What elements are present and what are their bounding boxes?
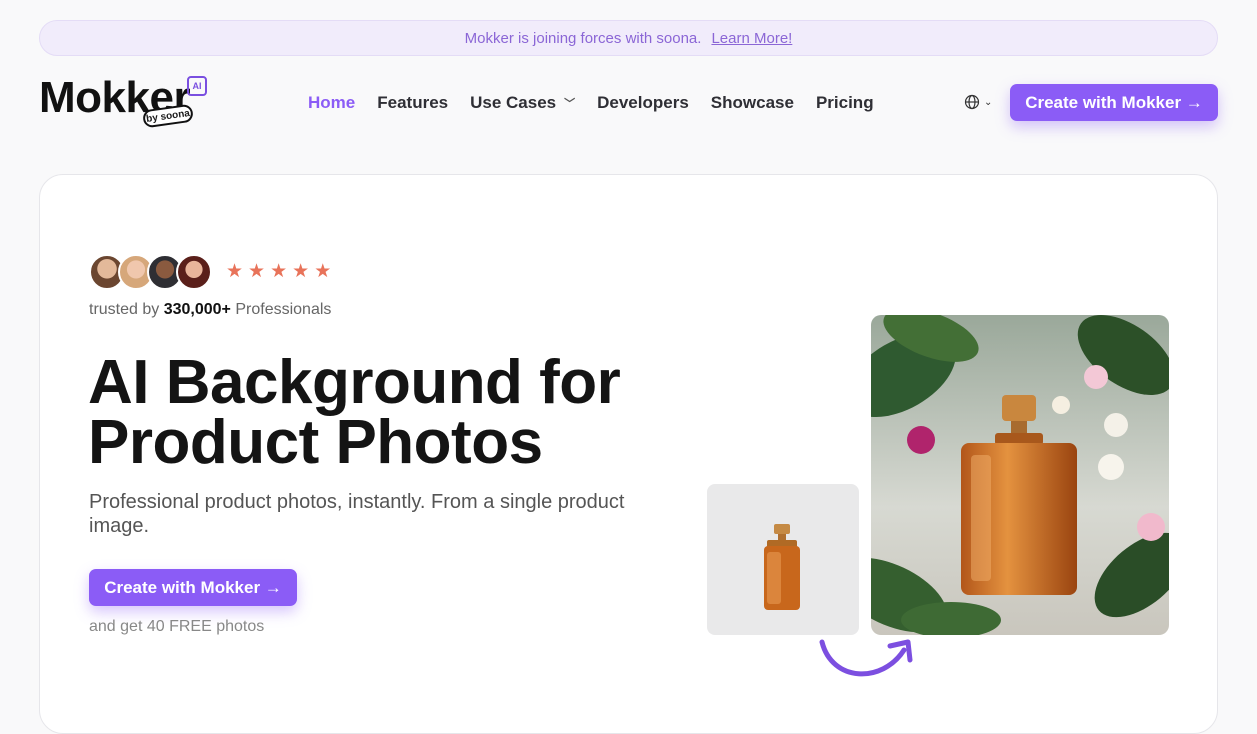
mokker-logo[interactable]: Mokker AI by soona (39, 74, 211, 130)
trusted-by-text: trusted by 330,000+ Professionals (89, 301, 331, 319)
nav-use-cases[interactable]: Use Cases ﹀ (470, 93, 575, 113)
trusted-prefix: trusted by (89, 301, 160, 318)
star-icon: ★ (314, 261, 332, 282)
free-photos-note: and get 40 FREE photos (89, 618, 265, 635)
input-product-image (707, 484, 859, 635)
hero-subtitle: Professional product photos, instantly. … (89, 491, 625, 537)
generated-product-image (871, 315, 1169, 635)
star-icon: ★ (270, 261, 288, 282)
trusted-suffix: Professionals (235, 301, 332, 318)
nav-pricing[interactable]: Pricing (816, 93, 874, 113)
hero-create-button[interactable]: Create with Mokker → (89, 569, 297, 606)
main-nav: Home Features Use Cases ﹀ Developers Sho… (308, 92, 896, 114)
nav-home[interactable]: Home (308, 93, 355, 113)
hero-title-line1: AI Background for (88, 348, 621, 417)
logo-ai-badge: AI (187, 76, 207, 96)
banner-text: Mokker is joining forces with soona. (464, 29, 702, 47)
star-icon: ★ (226, 261, 244, 282)
avatar (176, 254, 212, 290)
rating-stars: ★ ★ ★ ★ ★ (226, 262, 331, 281)
hero-title-line2: Product Photos (88, 408, 549, 477)
trusted-count: 330,000+ (163, 301, 231, 318)
star-icon: ★ (292, 261, 310, 282)
nav-features[interactable]: Features (377, 93, 448, 113)
hero-title: AI Background for Product Photos (88, 352, 621, 477)
globe-icon (964, 94, 980, 110)
curved-arrow-icon (819, 639, 913, 677)
nav-use-cases-label: Use Cases (470, 93, 557, 112)
chevron-down-icon: ⌄ (984, 96, 993, 108)
language-selector[interactable]: ⌄ (964, 92, 1002, 112)
user-avatars (89, 254, 212, 290)
nav-developers[interactable]: Developers (597, 93, 689, 113)
star-icon: ★ (248, 261, 266, 282)
header-create-button[interactable]: Create with Mokker → (1010, 84, 1218, 121)
nav-showcase[interactable]: Showcase (711, 93, 794, 113)
learn-more-link[interactable]: Learn More! (711, 30, 792, 47)
announcement-banner: Mokker is joining forces with soona. Lea… (39, 20, 1218, 56)
chevron-down-icon: ﹀ (564, 98, 576, 110)
